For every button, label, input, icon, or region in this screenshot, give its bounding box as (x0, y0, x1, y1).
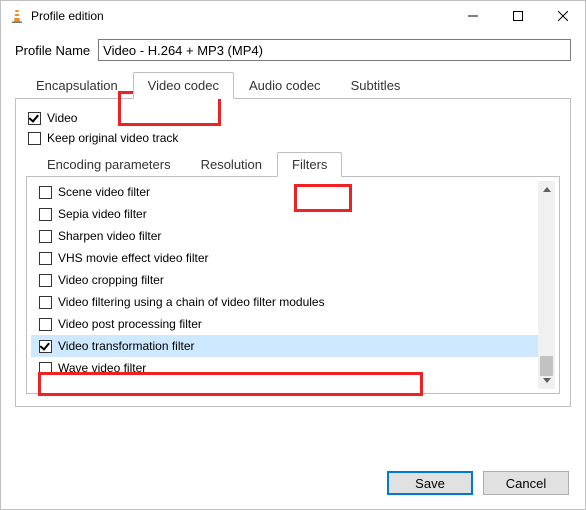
checkbox-icon (39, 340, 52, 353)
tab-audio-codec[interactable]: Audio codec (234, 72, 336, 99)
tab-encoding-parameters[interactable]: Encoding parameters (32, 152, 186, 177)
filter-item[interactable]: Video transformation filter (31, 335, 538, 357)
titlebar: Profile edition (1, 1, 585, 31)
close-button[interactable] (540, 1, 585, 31)
checkbox-icon (39, 318, 52, 331)
tab-resolution[interactable]: Resolution (186, 152, 277, 177)
checkbox-icon (39, 208, 52, 221)
scroll-track[interactable] (538, 198, 555, 372)
vlc-icon (9, 8, 25, 24)
save-button[interactable]: Save (387, 471, 473, 495)
profile-name-input[interactable] (98, 39, 571, 61)
filter-item-label: Wave video filter (58, 361, 146, 375)
filter-item[interactable]: Sharpen video filter (31, 225, 538, 247)
tab-video-codec[interactable]: Video codec (133, 72, 234, 99)
filter-item-label: VHS movie effect video filter (58, 251, 209, 265)
filter-item[interactable]: Video post processing filter (31, 313, 538, 335)
minimize-button[interactable] (450, 1, 495, 31)
keep-original-label: Keep original video track (47, 131, 178, 145)
filter-item[interactable]: Video filtering using a chain of video f… (31, 291, 538, 313)
filter-item[interactable]: Video cropping filter (31, 269, 538, 291)
video-checkbox-label: Video (47, 111, 77, 125)
scrollbar[interactable] (538, 181, 555, 389)
cancel-button[interactable]: Cancel (483, 471, 569, 495)
keep-original-checkbox[interactable]: Keep original video track (28, 131, 560, 145)
filter-item[interactable]: VHS movie effect video filter (31, 247, 538, 269)
checkbox-icon (39, 362, 52, 375)
checkbox-icon (28, 112, 41, 125)
filter-list[interactable]: Scene video filter Sepia video filter Shar… (31, 181, 538, 389)
checkbox-icon (39, 252, 52, 265)
tab-encapsulation[interactable]: Encapsulation (21, 72, 133, 99)
profile-name-row: Profile Name (1, 31, 585, 71)
filter-item-label: Video filtering using a chain of video f… (58, 295, 325, 309)
filter-item-label: Sharpen video filter (58, 229, 161, 243)
checkbox-icon (39, 186, 52, 199)
checkbox-icon (39, 296, 52, 309)
scroll-up-icon[interactable] (538, 181, 555, 198)
tab-body: Video Keep original video track Encoding… (15, 99, 571, 407)
tab-filters[interactable]: Filters (277, 152, 342, 177)
button-row: Save Cancel (387, 471, 569, 495)
maximize-button[interactable] (495, 1, 540, 31)
filter-item-label: Video post processing filter (58, 317, 202, 331)
window-title: Profile edition (31, 9, 104, 23)
filter-item-label: Video transformation filter (58, 339, 195, 353)
scroll-thumb[interactable] (540, 356, 553, 376)
filter-item-label: Sepia video filter (58, 207, 147, 221)
filter-item-label: Video cropping filter (58, 273, 164, 287)
checkbox-icon (39, 230, 52, 243)
video-checkbox[interactable]: Video (28, 111, 560, 125)
inner-tabstrip: Encoding parameters Resolution Filters (26, 151, 560, 177)
profile-name-label: Profile Name (15, 43, 90, 58)
checkbox-icon (39, 274, 52, 287)
filter-item-label: Scene video filter (58, 185, 150, 199)
tab-subtitles[interactable]: Subtitles (336, 72, 416, 99)
filters-panel: Scene video filter Sepia video filter Shar… (26, 177, 560, 394)
filter-item[interactable]: Wave video filter (31, 357, 538, 379)
filter-item[interactable]: Scene video filter (31, 181, 538, 203)
main-tabstrip: Encapsulation Video codec Audio codec Su… (15, 71, 571, 99)
filter-item[interactable]: Sepia video filter (31, 203, 538, 225)
checkbox-icon (28, 132, 41, 145)
